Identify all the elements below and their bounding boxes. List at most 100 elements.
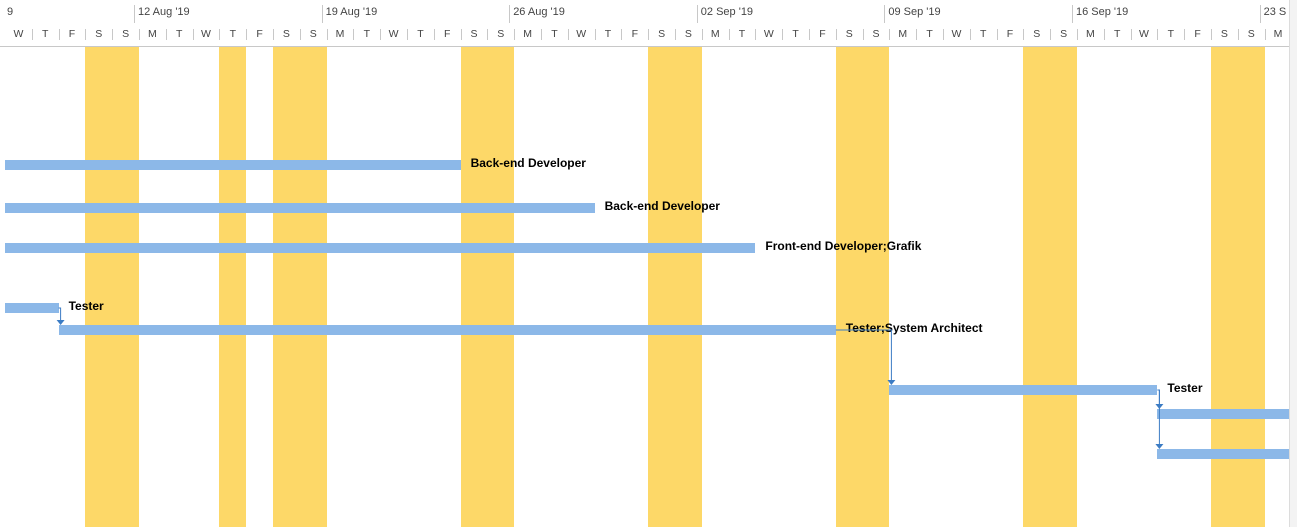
day-label: T (1113, 28, 1121, 40)
day-separator (112, 29, 114, 40)
day-label: T (1167, 28, 1174, 40)
day-separator (380, 29, 382, 40)
link-line (1157, 389, 1160, 446)
day-label: S (282, 28, 290, 40)
week-label: 16 Sep '19 (1072, 5, 1128, 23)
week-label: 02 Sep '19 (696, 5, 753, 23)
day-separator (1023, 29, 1025, 40)
link-arrow (1155, 444, 1164, 449)
day-separator (782, 29, 784, 40)
day-label: S (309, 28, 317, 40)
day-separator (675, 29, 676, 40)
day-separator (139, 29, 140, 40)
day-separator (219, 29, 221, 40)
day-label: M (335, 28, 345, 40)
day-label: T (175, 28, 183, 40)
day-separator (1050, 29, 1052, 40)
day-separator (1264, 29, 1266, 40)
day-separator (326, 29, 328, 40)
day-separator (969, 29, 971, 40)
day-separator (514, 29, 516, 40)
day-separator (889, 29, 891, 40)
day-label: W (388, 28, 399, 40)
link-line (835, 329, 892, 382)
day-separator (433, 29, 435, 40)
day-label: T (551, 28, 558, 40)
day-label: M (710, 28, 720, 40)
day-separator (1130, 29, 1132, 40)
day-label: T (363, 28, 370, 40)
day-separator (567, 29, 569, 40)
day-label: M (523, 28, 532, 40)
day-label: M (148, 28, 157, 40)
dependency-links (56, 307, 1164, 449)
timescale: 9 12 Aug '19 19 Aug '19 26 Aug '19 02 Sep '1… (0, 0, 1297, 47)
day-separator (648, 29, 650, 40)
day-separator (460, 29, 462, 40)
day-separator (541, 29, 542, 40)
day-label: F (819, 28, 826, 40)
day-separator (755, 29, 757, 40)
day-separator (1184, 29, 1186, 40)
day-separator (1077, 29, 1078, 40)
day-separator (996, 29, 998, 40)
day-separator (299, 29, 301, 40)
gantt-chart[interactable]: 9 12 Aug '19 19 Aug '19 26 Aug '19 02 Sep '1… (0, 0, 1297, 527)
day-label: F (256, 28, 263, 40)
day-label: S (1060, 28, 1068, 40)
day-label: S (658, 28, 666, 40)
day-separator (487, 29, 489, 40)
timescale-days: WTFSSMTWTFSSMTWTFSSMTWTFSSMTWTFSSMTWTFSS… (0, 23, 1297, 46)
day-separator (594, 29, 596, 40)
day-label: W (201, 28, 211, 40)
day-separator (192, 29, 194, 40)
day-label: T (604, 28, 612, 40)
week-label: 12 Aug '19 (134, 5, 190, 23)
day-label: T (979, 28, 987, 40)
day-label: S (845, 28, 853, 40)
day-label: S (684, 28, 692, 40)
day-label: M (1273, 28, 1283, 40)
day-label: M (898, 28, 908, 40)
week-label: 26 Aug '19 (509, 5, 565, 23)
day-label: F (1006, 28, 1014, 40)
link-line (58, 307, 62, 322)
day-separator (407, 29, 408, 40)
day-label: S (470, 28, 478, 40)
day-separator (246, 29, 248, 40)
link-arrow (887, 380, 896, 385)
day-separator (916, 29, 918, 40)
day-label: W (576, 28, 587, 40)
day-label: T (792, 28, 799, 40)
timescale-weeks: 9 12 Aug '19 19 Aug '19 26 Aug '19 02 Sep '1… (0, 0, 1297, 23)
day-separator (31, 29, 33, 40)
link-arrow (56, 320, 65, 325)
day-separator (1237, 29, 1239, 40)
day-label: S (872, 28, 880, 40)
day-label: S (122, 28, 130, 40)
day-label: S (497, 28, 505, 40)
day-separator (621, 29, 623, 40)
day-separator (1103, 29, 1105, 40)
day-label: T (738, 28, 746, 40)
day-separator (809, 29, 810, 40)
week-label: 9 (7, 6, 14, 18)
day-label: W (951, 28, 962, 40)
day-label: T (229, 28, 236, 40)
day-label: S (1033, 28, 1041, 40)
day-separator (353, 29, 355, 40)
day-label: M (1086, 28, 1095, 40)
day-separator (165, 29, 167, 40)
day-label: F (631, 28, 638, 40)
vertical-scrollbar[interactable] (1289, 0, 1297, 527)
day-label: W (13, 28, 24, 40)
day-separator (862, 29, 864, 40)
day-label: T (926, 28, 933, 40)
day-label: S (95, 28, 103, 40)
day-separator (943, 29, 944, 40)
day-separator (728, 29, 730, 40)
day-label: S (1220, 28, 1228, 40)
week-label: 23 S (1259, 5, 1286, 23)
day-separator (835, 29, 837, 40)
day-separator (1157, 29, 1159, 40)
